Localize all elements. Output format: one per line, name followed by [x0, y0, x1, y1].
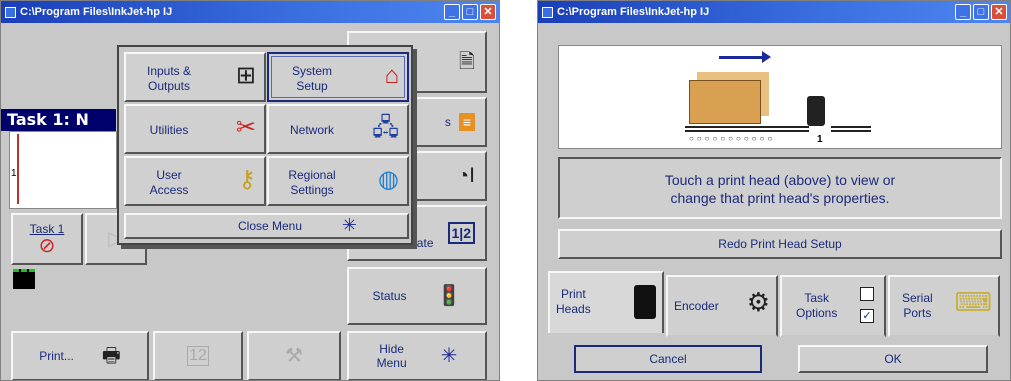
minimize-button[interactable]: _ [444, 4, 460, 20]
calendar-clock-icon: 1|2 [447, 222, 475, 244]
main-menu-popup: Inputs & Outputs ⊞ System Setup ⌂ Utilit… [117, 45, 413, 245]
tab-encoder[interactable]: Encoder ⚙ [666, 275, 778, 337]
messages-partial-label: s [444, 115, 451, 129]
tab-task-options[interactable]: Task Options ✓ [780, 275, 886, 337]
document-stack-icon: 🗎 [458, 51, 475, 73]
redo-print-head-setup-button[interactable]: Redo Print Head Setup [558, 229, 1002, 259]
minimize-button[interactable]: _ [955, 4, 971, 20]
task-line-number: 1 [11, 168, 17, 179]
tab-serial-ports[interactable]: Serial Ports ⌨ [888, 275, 1000, 337]
sparkle-icon: ✳ [440, 345, 458, 367]
window-controls: _ □ ✕ [955, 4, 1007, 20]
network-label: Network [289, 123, 334, 137]
menu-item-inputs-outputs[interactable]: Inputs & Outputs ⊞ [124, 52, 266, 102]
task-panel: 1 [9, 131, 117, 209]
right-window-title: C:\Program Files\InkJet-hp IJ [557, 6, 710, 18]
hide-menu-label: Hide Menu [376, 342, 407, 370]
print-head-icon [634, 285, 656, 319]
left-window-title: C:\Program Files\InkJet-hp IJ [20, 6, 173, 18]
keys-icon: ⚷ [238, 166, 256, 193]
menu-item-regional-settings[interactable]: Regional Settings ◍ [267, 156, 409, 206]
close-menu-label: Close Menu [238, 219, 303, 233]
utilities-label: Utilities [149, 123, 189, 137]
hide-menu-button[interactable]: Hide Menu ✳ [347, 331, 487, 380]
message-icon: ≡ [458, 113, 475, 131]
task-1-label: Task 1 [29, 222, 65, 236]
sparkle-icon: ✳ [341, 215, 357, 235]
right-title-bar: C:\Program Files\InkJet-hp IJ _ □ ✕ [538, 1, 1010, 23]
regional-settings-label: Regional Settings [288, 168, 336, 197]
cancel-label: Cancel [649, 352, 687, 366]
menu-item-user-access[interactable]: User Access ⚷ [124, 156, 266, 206]
encoder-wheel-icon: ⚙ [746, 287, 770, 317]
conveyor-belt-exit [831, 126, 871, 132]
system-setup-icon: ⌂ [384, 62, 400, 89]
window-controls: _ □ ✕ [444, 4, 496, 20]
direction-arrow-icon [719, 51, 771, 63]
redo-label: Redo Print Head Setup [718, 237, 842, 251]
checked-checkbox-icon: ✓ [860, 309, 874, 323]
ok-label: OK [884, 352, 902, 366]
wrench-icon: ⚒ [285, 345, 303, 367]
gauge-icon: ◔Ⅰ [457, 165, 475, 187]
counter-button[interactable]: 12 [153, 331, 243, 380]
tab-print-heads[interactable]: Print Heads [548, 271, 664, 333]
print-head-diagram: ○○○○○○○○○○○ 1 [558, 45, 1002, 149]
status-label: Status [372, 289, 407, 303]
ok-button[interactable]: OK [798, 345, 988, 373]
inputs-outputs-label: Inputs & Outputs [146, 64, 192, 93]
info-message: Touch a print head (above) to view or ch… [558, 157, 1002, 219]
left-title-bar: C:\Program Files\InkJet-hp IJ _ □ ✕ [1, 1, 499, 23]
tab-print-heads-label: Print Heads [556, 287, 591, 316]
printer-icon: 🖶 [101, 345, 121, 367]
conveyor-belt [685, 126, 809, 132]
maximize-button[interactable]: □ [973, 4, 989, 20]
serial-cable-icon: ⌨ [954, 287, 992, 317]
right-window: C:\Program Files\InkJet-hp IJ _ □ ✕ ○○○○… [537, 0, 1011, 381]
tab-encoder-label: Encoder [674, 299, 719, 313]
unchecked-checkbox-icon [860, 287, 874, 301]
app-icon [542, 6, 553, 18]
traffic-light-icon: 🚦 [436, 285, 462, 307]
globe-icon: ◍ [378, 166, 399, 193]
swiss-knife-icon: ✂ [235, 114, 256, 141]
task-1-button[interactable]: Task 1 ⊘ [11, 213, 83, 265]
menu-item-network[interactable]: Network 🖧 [267, 104, 409, 154]
status-led [13, 269, 35, 289]
left-window: C:\Program Files\InkJet-hp IJ _ □ ✕ 🗎 s … [0, 0, 500, 381]
info-line-1: Touch a print head (above) to view or [664, 172, 896, 188]
product-box-icon [689, 80, 761, 124]
maximize-button[interactable]: □ [462, 4, 478, 20]
app-icon [5, 6, 16, 18]
system-setup-label: System Setup [291, 64, 332, 93]
task-title-bar: Task 1: N [1, 109, 116, 131]
print-head-1[interactable] [807, 96, 825, 126]
print-head-number: 1 [817, 134, 823, 145]
counter-icon: 12 [187, 346, 209, 366]
conveyor-rollers: ○○○○○○○○○○○ [689, 134, 776, 143]
cancel-button[interactable]: Cancel [574, 345, 762, 373]
close-button[interactable]: ✕ [480, 4, 496, 20]
print-label: Print... [39, 349, 74, 363]
info-line-2: change that print head's properties. [670, 190, 890, 206]
io-grid-icon: ⊞ [235, 62, 256, 89]
user-access-label: User Access [149, 168, 189, 197]
close-button[interactable]: ✕ [991, 4, 1007, 20]
task-cursor-line [17, 134, 19, 204]
tab-serial-ports-label: Serial Ports [902, 291, 933, 320]
tab-task-options-label: Task Options [796, 291, 838, 320]
status-button[interactable]: Status 🚦 [347, 267, 487, 325]
tools-button[interactable]: ⚒ [247, 331, 341, 380]
print-button[interactable]: Print... 🖶 [11, 331, 149, 380]
no-print-icon: ⊘ [38, 235, 56, 257]
menu-item-system-setup[interactable]: System Setup ⌂ [267, 52, 409, 102]
close-menu-button[interactable]: Close Menu ✳ [124, 213, 409, 239]
network-icon: 🖧 [372, 114, 399, 141]
menu-item-utilities[interactable]: Utilities ✂ [124, 104, 266, 154]
